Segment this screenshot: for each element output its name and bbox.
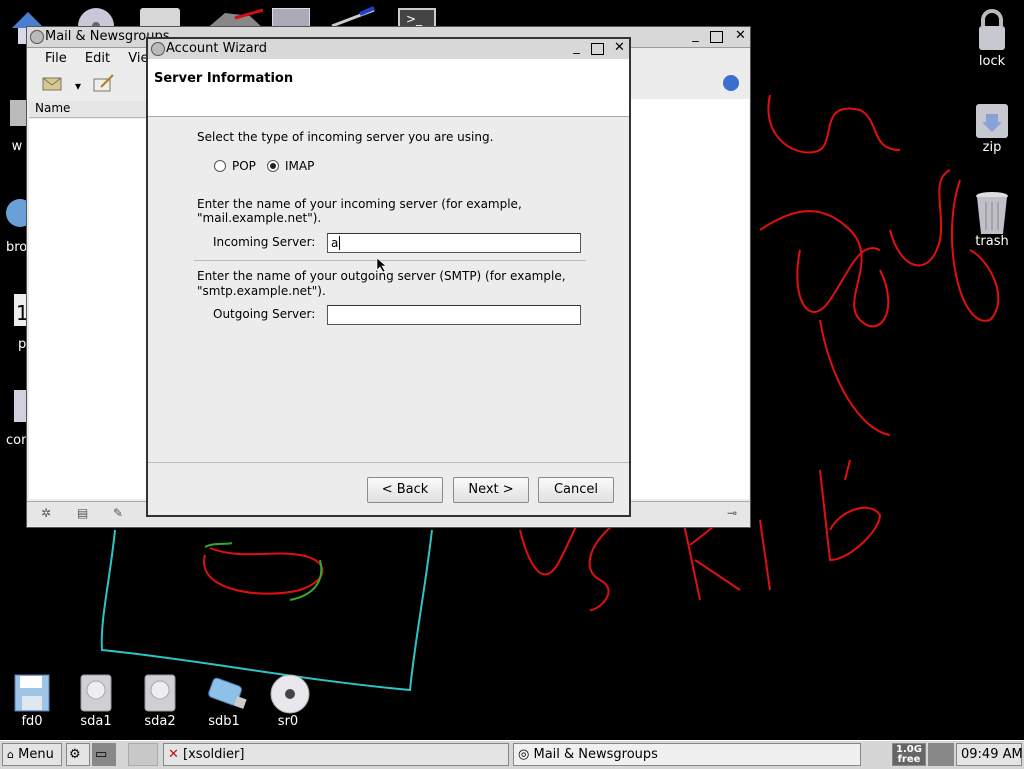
back-button[interactable]: < Back: [367, 477, 443, 503]
desktop-icon-sdb1[interactable]: sdb1: [194, 674, 254, 729]
incoming-server-field[interactable]: a: [327, 233, 581, 253]
show-desktop-icon[interactable]: ▭: [92, 743, 116, 766]
lock-icon: [974, 8, 1010, 50]
clock: 09:49 AM: [956, 743, 1023, 766]
start-menu-button[interactable]: ⌂ Menu: [2, 743, 62, 766]
desktop-icon-sda1[interactable]: sda1: [66, 674, 126, 729]
addressbook-icon[interactable]: ▤: [77, 506, 88, 520]
menu-file[interactable]: File: [45, 51, 67, 66]
radio-imap[interactable]: [267, 160, 279, 172]
desktop-icon-fd0[interactable]: fd0: [2, 674, 62, 729]
wizard-header: Server Information: [148, 59, 629, 117]
close-button[interactable]: ✕: [611, 40, 628, 57]
app-icon: [151, 42, 165, 56]
maximize-button[interactable]: [591, 43, 604, 55]
task-xsoldier[interactable]: ✕ [xsoldier]: [163, 743, 509, 766]
outgoing-prompt-line2: "smtp.example.net").: [197, 284, 326, 298]
memory-monitor: 1.0G free: [892, 743, 926, 766]
trash-icon: [974, 190, 1010, 234]
online-icon[interactable]: ✲: [41, 506, 51, 520]
outgoing-server-label: Outgoing Server:: [213, 307, 316, 321]
next-button[interactable]: Next >: [453, 477, 529, 503]
incoming-server-value: a: [331, 236, 339, 250]
harddisk-icon: [78, 674, 114, 712]
floppy-icon: [14, 674, 50, 712]
taskbar: ⌂ Menu ⚙ ▭ ✕ [xsoldier] ◎ Mail & Newsgro…: [0, 740, 1024, 769]
tray-icon[interactable]: [928, 743, 954, 766]
mail-app-icon: ◎: [518, 747, 530, 762]
minimize-button[interactable]: _: [568, 40, 585, 57]
maximize-button[interactable]: [710, 31, 723, 43]
incoming-prompt-line2: "mail.example.net").: [197, 211, 322, 225]
desktop-icon-bro[interactable]: bro: [6, 195, 34, 255]
desktop-icon-trash[interactable]: trash: [962, 190, 1022, 249]
usb-stick-icon: [206, 674, 247, 710]
desktop-icon-sr0[interactable]: sr0: [258, 674, 318, 729]
write-icon[interactable]: [91, 73, 115, 93]
dropdown-arrow-icon[interactable]: ▾: [75, 79, 81, 93]
desktop-icon-zip[interactable]: zip: [962, 100, 1022, 155]
menu-edit[interactable]: Edit: [85, 51, 110, 66]
page-title: Server Information: [154, 71, 294, 86]
radio-imap-label[interactable]: IMAP: [285, 159, 314, 173]
menu-icon: ⌂: [7, 748, 14, 761]
wizard-title: Account Wizard: [166, 41, 267, 56]
throbber-icon: [723, 75, 739, 91]
separator: [194, 260, 586, 261]
column-header-name[interactable]: Name: [29, 101, 149, 118]
message-pane[interactable]: [631, 99, 749, 499]
account-wizard-dialog: Account Wizard _ ✕ Server Information Se…: [146, 37, 631, 517]
desktop-icon-lock[interactable]: lock: [962, 8, 1022, 69]
wizard-titlebar[interactable]: Account Wizard _ ✕: [148, 39, 629, 60]
radio-pop[interactable]: [214, 160, 226, 172]
task-mail[interactable]: ◎ Mail & Newsgroups: [513, 743, 861, 766]
xsoldier-icon: ✕: [168, 747, 179, 762]
harddisk-icon: [142, 674, 178, 712]
incoming-server-label: Incoming Server:: [213, 235, 316, 249]
close-button[interactable]: ✕: [732, 28, 749, 45]
zip-icon: [974, 100, 1010, 138]
outgoing-server-field[interactable]: [327, 305, 581, 325]
folder-pane[interactable]: [29, 119, 147, 499]
desktop-icon-w[interactable]: w: [6, 96, 28, 154]
get-mail-icon[interactable]: [41, 73, 65, 93]
composer-icon[interactable]: ✎: [113, 506, 123, 520]
cdrom-icon: [270, 674, 310, 714]
button-separator: [148, 462, 629, 463]
server-type-prompt: Select the type of incoming server you a…: [197, 130, 494, 144]
taskbar-spacer: [128, 743, 158, 766]
incoming-prompt-line1: Enter the name of your incoming server (…: [197, 197, 522, 211]
cancel-button[interactable]: Cancel: [538, 477, 614, 503]
minimize-button[interactable]: _: [687, 28, 704, 45]
app-icon: [30, 30, 44, 44]
launcher-icon[interactable]: ⚙: [66, 743, 90, 766]
mouse-cursor: [376, 257, 388, 276]
desktop-icon-sda2[interactable]: sda2: [130, 674, 190, 729]
radio-pop-label[interactable]: POP: [232, 159, 256, 173]
connection-icon: ⊸: [727, 506, 738, 520]
